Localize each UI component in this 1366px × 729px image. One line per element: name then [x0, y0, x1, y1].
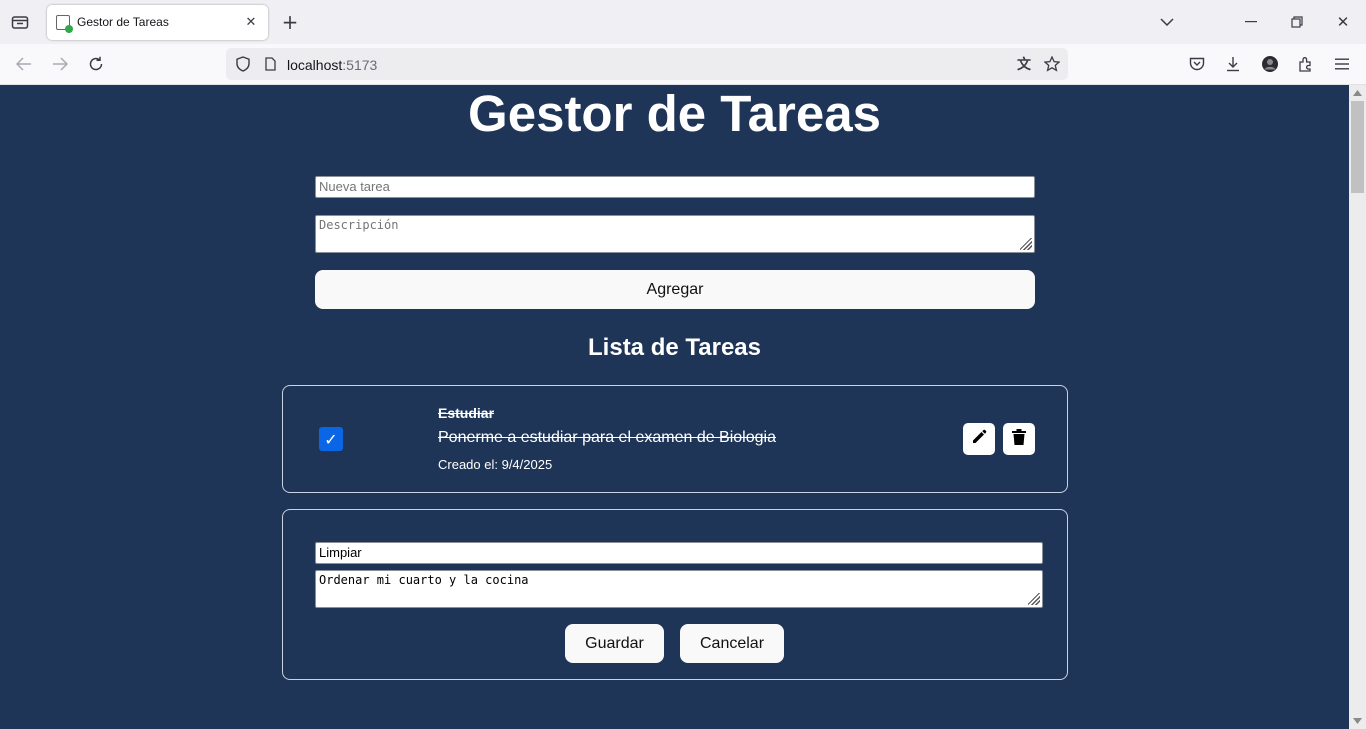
- scroll-down-arrow-icon[interactable]: [1349, 713, 1366, 729]
- edit-title-input[interactable]: Limpiar: [315, 542, 1043, 564]
- close-tab-icon[interactable]: ✕: [242, 13, 260, 31]
- pencil-icon: [971, 429, 987, 450]
- cancel-button[interactable]: Cancelar: [680, 624, 784, 663]
- task-created-date: Creado el: 9/4/2025: [438, 457, 553, 472]
- restore-window-icon[interactable]: [1286, 11, 1308, 33]
- browser-tab[interactable]: Gestor de Tareas ✕: [47, 5, 268, 40]
- minimize-window-icon[interactable]: [1240, 11, 1262, 33]
- reload-icon[interactable]: [84, 53, 108, 75]
- menu-hamburger-icon[interactable]: [1331, 53, 1353, 75]
- add-task-button[interactable]: Agregar: [315, 270, 1035, 309]
- trash-icon: [1012, 428, 1026, 450]
- task-completed-checkbox[interactable]: ✓: [319, 427, 343, 451]
- description-textarea[interactable]: Descripción: [315, 215, 1035, 253]
- url-host: localhost: [287, 57, 343, 73]
- shield-icon[interactable]: [234, 55, 252, 73]
- page-scrollbar[interactable]: [1349, 85, 1366, 729]
- new-task-placeholder: Nueva tarea: [319, 179, 390, 194]
- resize-grip-icon[interactable]: [1028, 593, 1040, 605]
- task-title: Estudiar: [438, 405, 495, 421]
- edit-task-button[interactable]: [963, 423, 995, 455]
- bookmark-star-icon[interactable]: [1042, 54, 1062, 74]
- task-description: Ponerme a estudiar para el examen de Bio…: [438, 429, 776, 446]
- tab-list-icon[interactable]: [8, 11, 32, 33]
- url-text: localhost:5173: [287, 57, 377, 73]
- forward-arrow-icon[interactable]: [48, 53, 72, 75]
- resize-grip-icon[interactable]: [1020, 238, 1032, 250]
- url-port: :5173: [342, 57, 378, 73]
- pocket-icon[interactable]: [1186, 53, 1208, 75]
- tab-title: Gestor de Tareas: [77, 15, 169, 29]
- page-favicon-icon: [56, 15, 73, 33]
- account-avatar-icon[interactable]: [1259, 53, 1281, 75]
- downloads-icon[interactable]: [1222, 53, 1244, 75]
- back-arrow-icon[interactable]: [12, 53, 36, 75]
- extensions-icon[interactable]: [1295, 53, 1317, 75]
- translate-icon[interactable]: 文: [1014, 54, 1034, 74]
- scrollbar-thumb[interactable]: [1351, 101, 1364, 193]
- address-bar[interactable]: localhost:5173 文: [226, 48, 1068, 80]
- new-tab-icon[interactable]: +: [279, 10, 301, 34]
- page-title: Gestor de Tareas: [468, 85, 881, 142]
- chevron-down-icon[interactable]: [1156, 11, 1178, 33]
- save-button[interactable]: Guardar: [565, 624, 664, 663]
- task-list-title: Lista de Tareas: [588, 334, 761, 361]
- browser-tab-strip: Gestor de Tareas ✕ + ✕: [0, 0, 1366, 44]
- scroll-up-arrow-icon[interactable]: [1349, 85, 1366, 101]
- new-task-input[interactable]: Nueva tarea: [315, 176, 1035, 198]
- delete-task-button[interactable]: [1003, 423, 1035, 455]
- description-placeholder: Descripción: [319, 218, 399, 232]
- edit-description-value: Ordenar mi cuarto y la cocina: [319, 573, 529, 587]
- edit-description-textarea[interactable]: Ordenar mi cuarto y la cocina: [315, 570, 1043, 608]
- page-info-icon[interactable]: [262, 55, 278, 73]
- close-window-icon[interactable]: ✕: [1332, 11, 1354, 33]
